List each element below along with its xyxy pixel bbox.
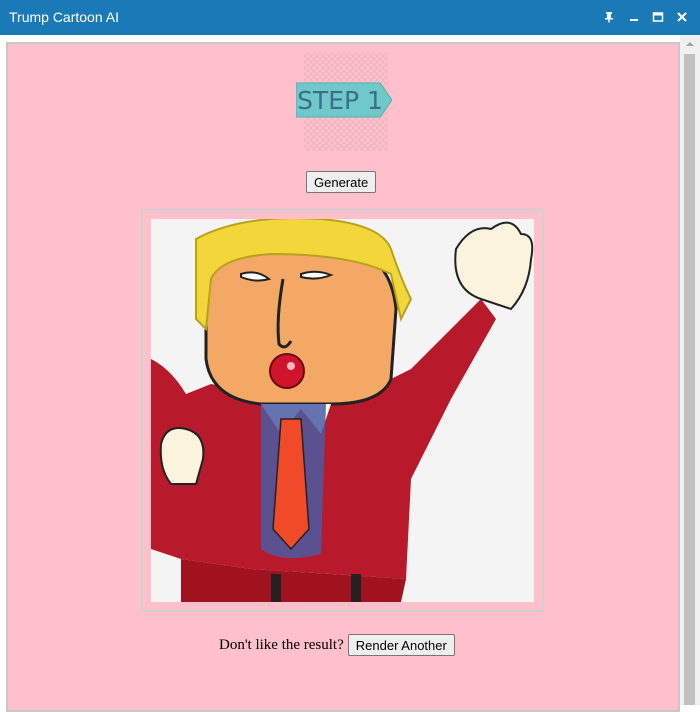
- generate-button[interactable]: Generate: [306, 171, 377, 193]
- render-another-button[interactable]: Render Another: [347, 634, 455, 656]
- title-bar: Trump Cartoon AI: [0, 0, 700, 35]
- minimize-icon[interactable]: [627, 10, 641, 24]
- retry-prompt: Don't like the result?: [219, 636, 344, 653]
- main-content: STEP 1 Generate Don't like the result? R…: [8, 44, 678, 705]
- maximize-icon[interactable]: [651, 10, 665, 24]
- retry-row: Don't like the result? Render Another: [219, 633, 455, 657]
- step-1-text: STEP 1: [297, 86, 383, 115]
- cartoon-portrait-image: [151, 219, 534, 602]
- window-title: Trump Cartoon AI: [9, 9, 119, 25]
- step-1-banner: STEP 1: [296, 53, 392, 151]
- vertical-scrollbar[interactable]: [680, 35, 700, 705]
- scroll-up-arrow-icon[interactable]: [680, 35, 700, 53]
- scrollbar-thumb[interactable]: [684, 54, 695, 705]
- pin-icon[interactable]: [602, 10, 616, 24]
- close-icon[interactable]: [675, 10, 689, 24]
- result-image-frame: [141, 209, 544, 612]
